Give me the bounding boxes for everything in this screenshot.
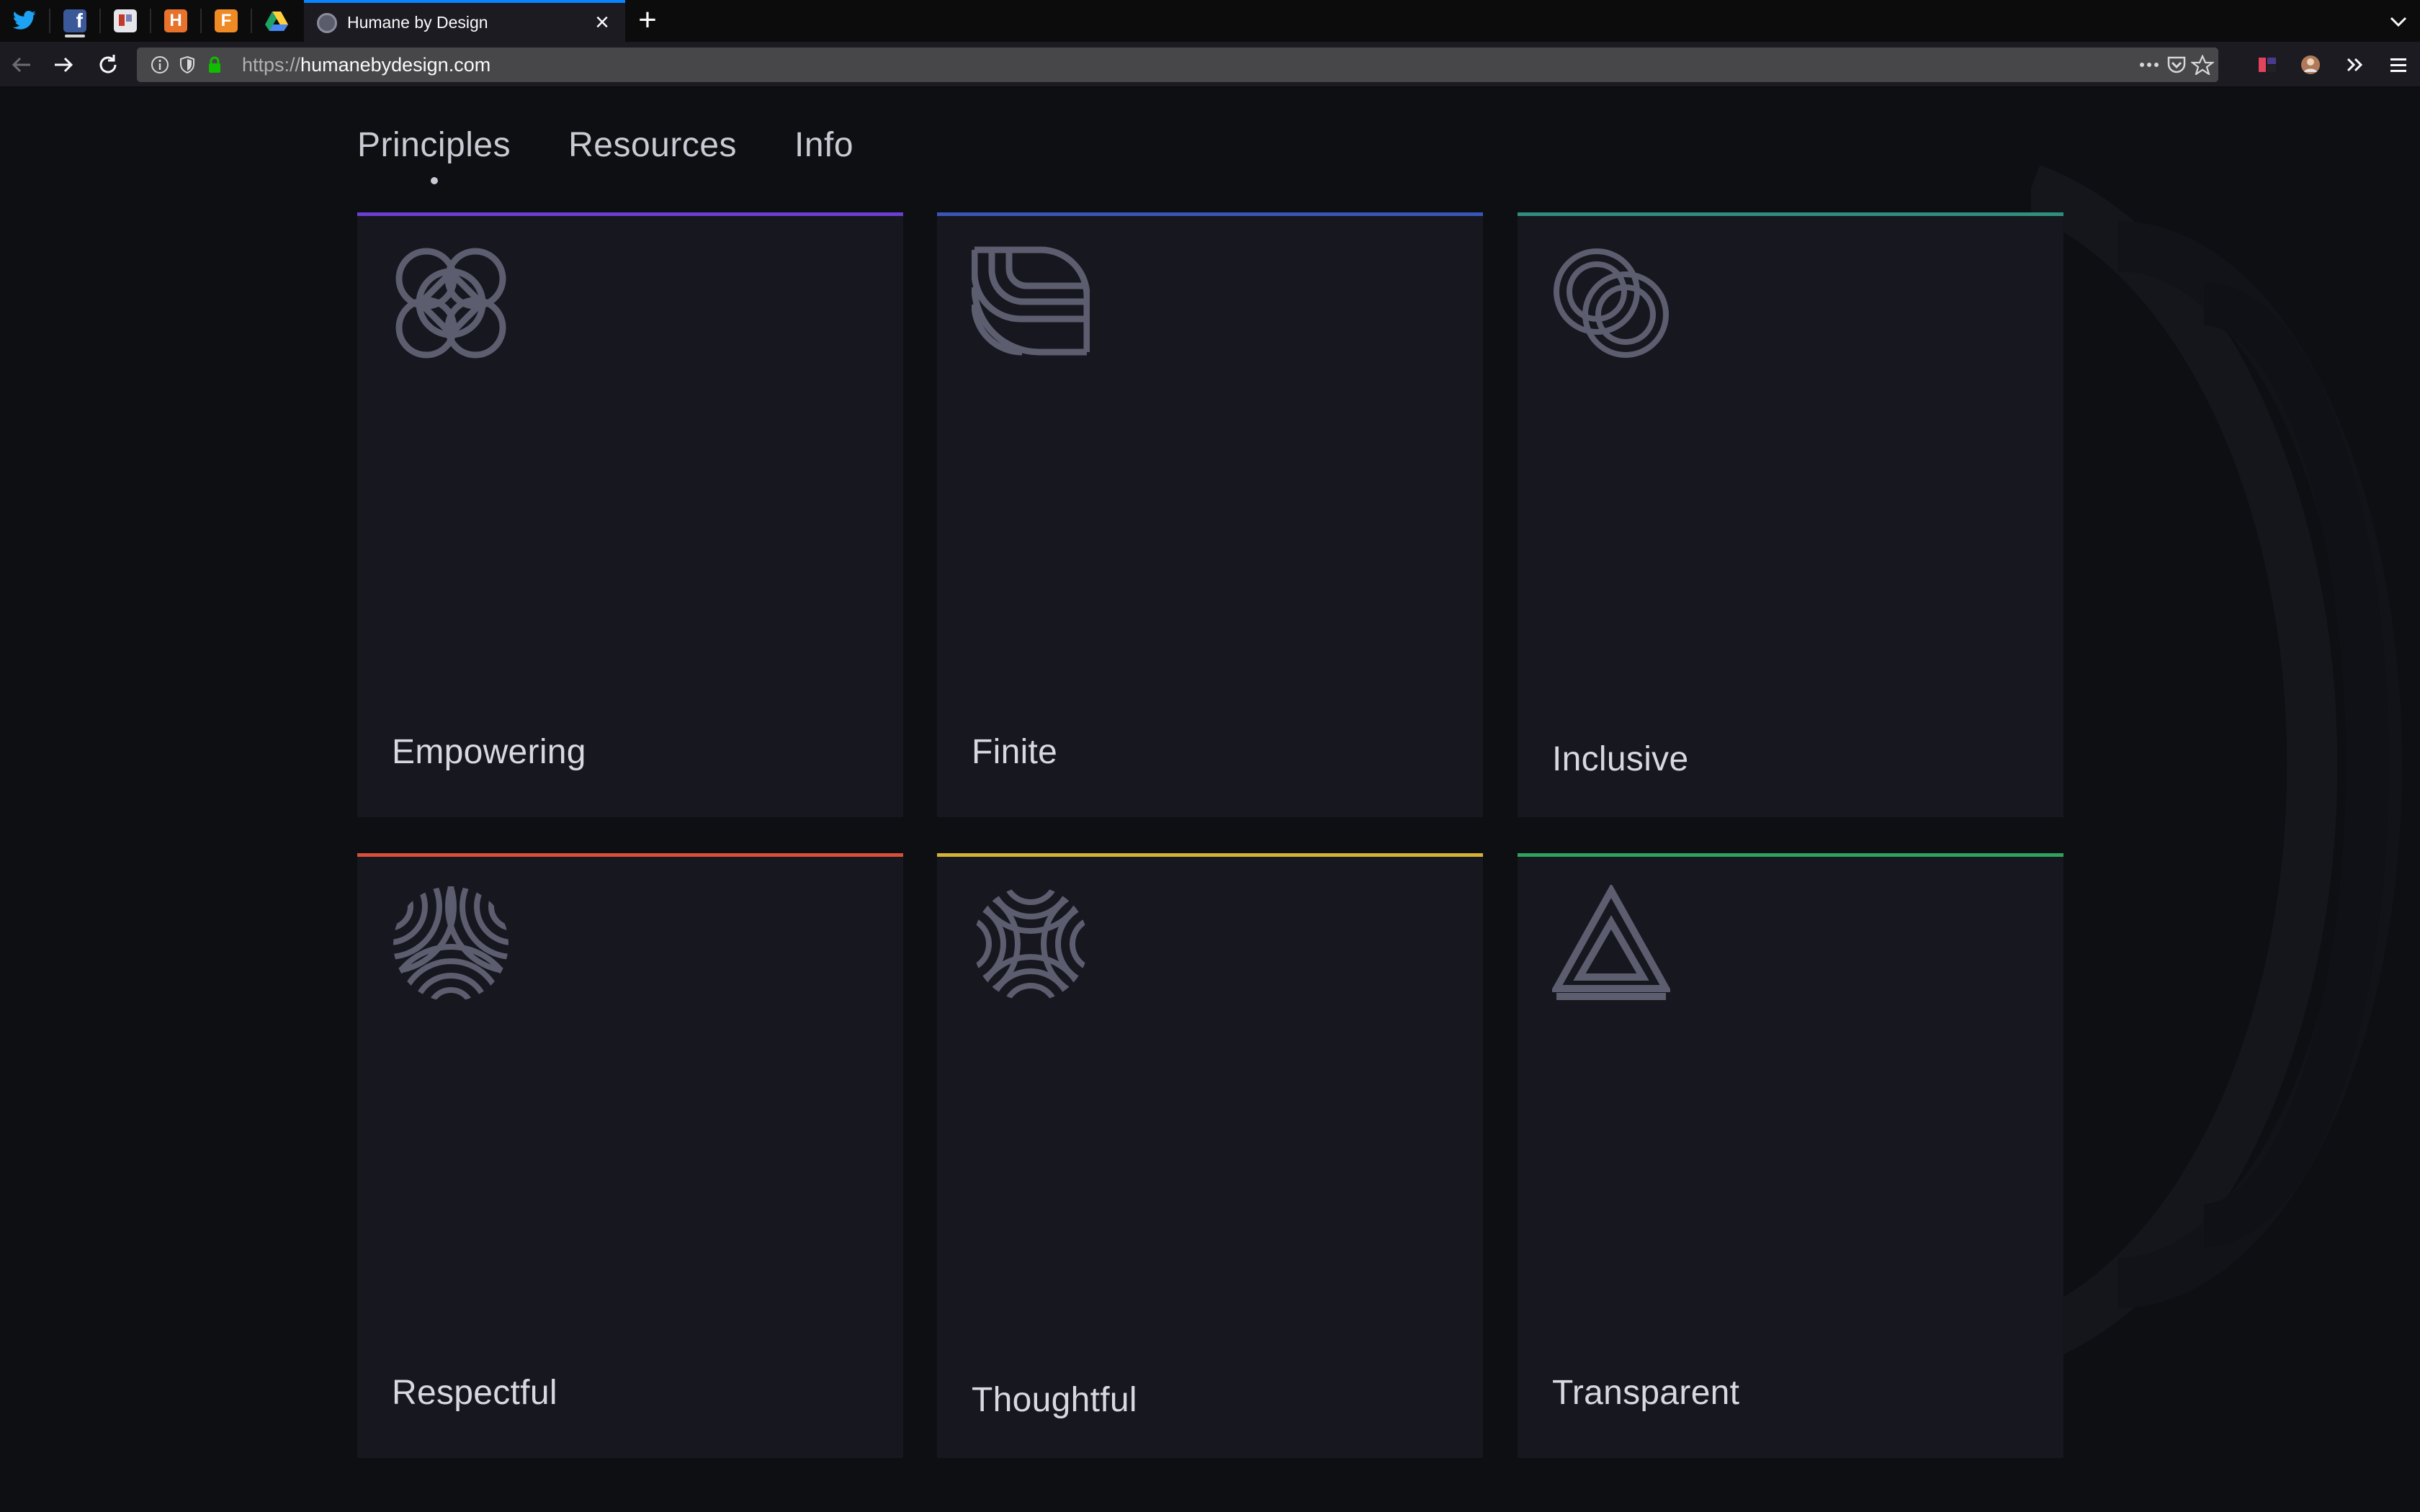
url-bar[interactable]: https://humanebydesign.com xyxy=(137,48,2218,82)
principle-label: Finite xyxy=(972,733,1058,771)
url-text[interactable]: https://humanebydesign.com xyxy=(242,53,490,76)
bookmark-star-icon[interactable] xyxy=(2191,55,2214,75)
close-tab-icon[interactable]: × xyxy=(589,9,615,35)
overflow-chevrons-icon[interactable] xyxy=(2342,52,2368,78)
principle-label: Respectful xyxy=(392,1374,557,1412)
nav-resources[interactable]: Resources xyxy=(568,124,737,181)
four-arcs-icon xyxy=(973,886,1088,1002)
nested-triangle-icon xyxy=(1552,885,1670,1000)
reload-button[interactable] xyxy=(94,50,122,79)
pinned-tab-f[interactable]: F xyxy=(202,0,251,42)
trello-icon xyxy=(114,9,137,32)
lock-icon[interactable] xyxy=(205,55,225,75)
principle-card-thoughtful[interactable]: Thoughtful xyxy=(937,853,1483,1458)
arrow-right-icon xyxy=(55,57,73,73)
nav-info[interactable]: Info xyxy=(794,124,853,181)
facebook-icon: f xyxy=(63,9,86,32)
pinned-tab-facebook[interactable]: f xyxy=(50,0,99,42)
arrow-left-icon xyxy=(12,57,30,73)
interlocking-loops-icon xyxy=(395,248,506,359)
pinned-tab-google-drive[interactable] xyxy=(252,0,301,42)
site-nav: Principles Resources Info xyxy=(357,124,911,184)
tracking-protection-shield-icon[interactable] xyxy=(177,55,197,75)
active-indicator-dot xyxy=(430,177,438,184)
url-protocol: https:// xyxy=(242,54,301,76)
linked-rings-icon xyxy=(1554,248,1669,358)
principle-label: Thoughtful xyxy=(972,1381,1137,1419)
card-accent-bar xyxy=(357,212,903,216)
back-button[interactable] xyxy=(7,50,36,79)
f-app-icon: F xyxy=(215,9,238,32)
extension-avatar-icon[interactable] xyxy=(2298,52,2323,78)
principle-label: Empowering xyxy=(392,733,586,771)
google-drive-icon xyxy=(265,12,288,31)
principle-label: Inclusive xyxy=(1552,740,1689,778)
h-app-icon: H xyxy=(164,9,187,32)
card-accent-bar xyxy=(1518,853,2063,857)
twitter-icon xyxy=(12,10,36,30)
hamburger-menu-icon[interactable] xyxy=(2385,52,2411,78)
three-petals-icon xyxy=(393,886,508,1002)
nav-principles[interactable]: Principles xyxy=(357,124,511,184)
reload-icon xyxy=(99,55,117,73)
pinned-tab-trello[interactable] xyxy=(101,0,150,42)
extension-monday-icon[interactable] xyxy=(2254,52,2280,78)
pocket-icon[interactable] xyxy=(2165,55,2188,75)
browser-tab-strip: f H F Humane by Design × + xyxy=(0,0,2420,42)
list-all-tabs-button[interactable] xyxy=(2384,7,2413,36)
forward-button[interactable] xyxy=(49,50,78,79)
principle-label: Transparent xyxy=(1552,1374,1740,1412)
chevron-down-icon xyxy=(2390,17,2407,27)
card-accent-bar xyxy=(937,212,1483,216)
page-content: Principles Resources Info Empowering Fin… xyxy=(0,88,2420,1512)
card-accent-bar xyxy=(937,853,1483,857)
active-tab[interactable]: Humane by Design × xyxy=(304,0,625,42)
principle-card-transparent[interactable]: Transparent xyxy=(1518,853,2063,1458)
site-favicon-icon xyxy=(317,13,337,33)
pinned-tab-twitter[interactable] xyxy=(0,0,49,42)
card-accent-bar xyxy=(357,853,903,857)
pinned-tab-h[interactable]: H xyxy=(151,0,200,42)
active-tab-title: Humane by Design xyxy=(347,13,488,32)
page-actions-more-icon[interactable] xyxy=(2138,55,2161,75)
principle-card-empowering[interactable]: Empowering xyxy=(357,212,903,817)
principle-card-respectful[interactable]: Respectful xyxy=(357,853,903,1458)
browser-nav-bar: https://humanebydesign.com xyxy=(0,42,2420,88)
new-tab-button[interactable]: + xyxy=(632,4,663,36)
background-arcs-decoration xyxy=(2031,165,2402,1364)
info-icon[interactable] xyxy=(150,55,170,75)
card-accent-bar xyxy=(1518,212,2063,216)
finite-arcs-icon xyxy=(972,246,1090,356)
url-host: humanebydesign.com xyxy=(300,54,491,76)
principle-card-inclusive[interactable]: Inclusive xyxy=(1518,212,2063,817)
principle-card-finite[interactable]: Finite xyxy=(937,212,1483,817)
